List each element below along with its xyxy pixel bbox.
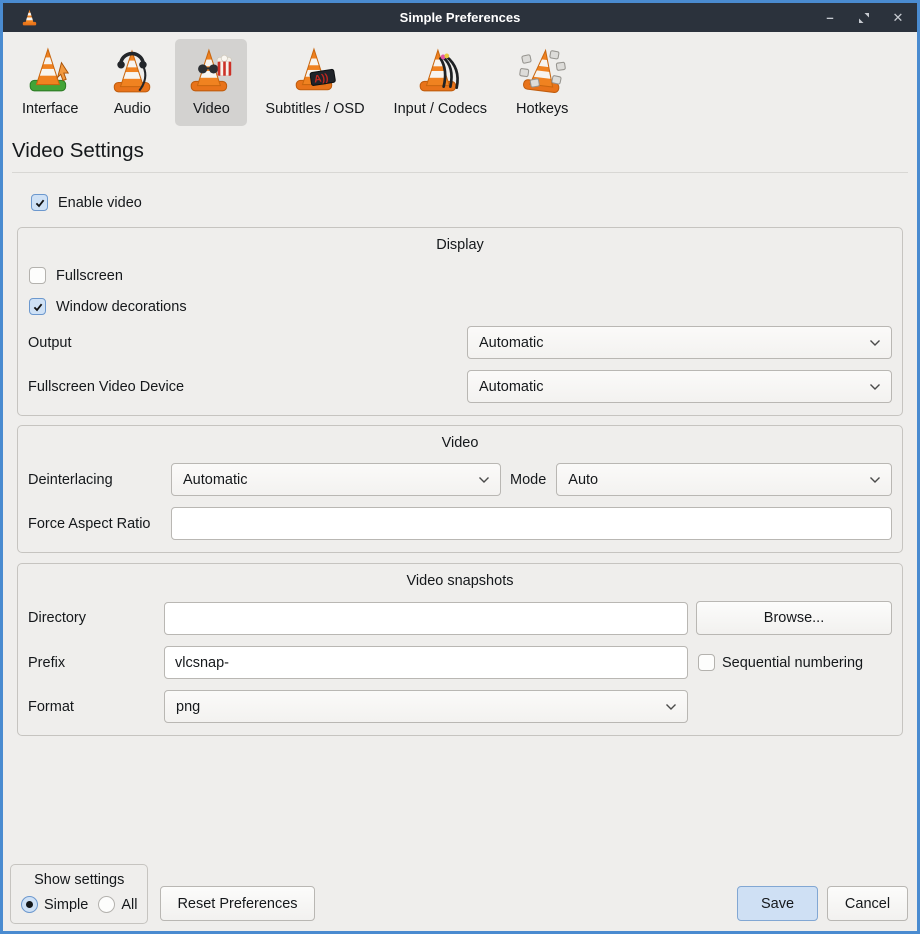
browse-button[interactable]: Browse... — [696, 601, 892, 635]
minimize-button[interactable]: – — [823, 11, 837, 25]
footer-bar: Show settings Simple All Reset Preferenc… — [10, 864, 908, 924]
show-settings-group: Show settings Simple All — [10, 864, 148, 924]
tab-interface[interactable]: Interface — [11, 39, 89, 126]
deinterlacing-row: Deinterlacing Automatic Mode Auto — [28, 463, 892, 496]
sequential-numbering-checkbox[interactable] — [698, 654, 715, 671]
fullscreen-video-device-row: Fullscreen Video Device Automatic — [28, 370, 892, 403]
chevron-down-icon — [869, 476, 881, 484]
chevron-down-icon — [869, 383, 881, 391]
force-aspect-ratio-input[interactable] — [171, 507, 892, 540]
mode-select[interactable]: Auto — [556, 463, 892, 496]
page-title: Video Settings — [12, 139, 917, 163]
tab-label: Subtitles / OSD — [265, 101, 364, 117]
vlc-cone-icon — [20, 6, 39, 29]
tab-label: Audio — [114, 101, 151, 117]
check-icon — [34, 197, 46, 209]
deinterlacing-select[interactable]: Automatic — [171, 463, 501, 496]
enable-video-label: Enable video — [58, 195, 142, 211]
restore-icon — [858, 12, 870, 24]
enable-video-row: Enable video — [31, 194, 917, 211]
vlc-cone-interface-icon — [25, 46, 75, 96]
tab-hotkeys[interactable]: Hotkeys — [505, 39, 579, 126]
radio-option-simple[interactable]: Simple — [21, 896, 88, 913]
chevron-down-icon — [478, 476, 490, 484]
prefix-input[interactable] — [164, 646, 688, 679]
all-radio[interactable] — [98, 896, 115, 913]
tab-label: Hotkeys — [516, 101, 568, 117]
output-label: Output — [28, 335, 72, 351]
video-group-title: Video — [28, 431, 892, 459]
directory-input[interactable] — [164, 602, 688, 635]
video-snapshots-group: Video snapshots Directory Browse... Pref… — [17, 563, 903, 736]
vlc-cone-hotkeys-icon — [517, 46, 567, 96]
chevron-down-icon — [869, 339, 881, 347]
mode-label: Mode — [510, 472, 546, 488]
reset-preferences-button[interactable]: Reset Preferences — [160, 886, 314, 921]
video-group: Video Deinterlacing Automatic Mode Auto … — [17, 425, 903, 553]
fullscreen-label: Fullscreen — [56, 268, 123, 284]
format-row: Format png — [28, 690, 892, 723]
format-label: Format — [28, 699, 164, 715]
close-button[interactable]: ✕ — [891, 11, 905, 25]
tab-input-codecs[interactable]: Input / Codecs — [383, 39, 499, 126]
display-group: Display Fullscreen Window decorations Ou… — [17, 227, 903, 416]
output-select[interactable]: Automatic — [467, 326, 892, 359]
window-controls: – ✕ — [823, 11, 905, 25]
deinterlacing-label: Deinterlacing — [28, 472, 171, 488]
window-title: Simple Preferences — [3, 10, 917, 25]
fullscreen-video-device-label: Fullscreen Video Device — [28, 379, 184, 395]
radio-option-all[interactable]: All — [98, 896, 137, 913]
tab-label: Interface — [22, 101, 78, 117]
simple-radio[interactable] — [21, 896, 38, 913]
output-row: Output Automatic — [28, 326, 892, 359]
preferences-toolbar: Interface Audio — [3, 32, 917, 126]
format-select[interactable]: png — [164, 690, 688, 723]
force-aspect-ratio-label: Force Aspect Ratio — [28, 516, 171, 532]
snapshots-group-title: Video snapshots — [28, 569, 892, 597]
display-group-title: Display — [28, 233, 892, 261]
save-button[interactable]: Save — [737, 886, 818, 921]
simple-radio-label: Simple — [44, 897, 88, 913]
force-aspect-ratio-row: Force Aspect Ratio — [28, 507, 892, 540]
vlc-cone-audio-icon — [107, 46, 157, 96]
all-radio-label: All — [121, 897, 137, 913]
check-icon — [32, 301, 44, 313]
subtitles-glyph: A)) — [313, 73, 329, 86]
tab-label: Input / Codecs — [394, 101, 488, 117]
titlebar[interactable]: Simple Preferences – ✕ — [3, 3, 917, 32]
directory-row: Directory Browse... — [28, 601, 892, 635]
heading-divider — [12, 172, 908, 173]
show-settings-title: Show settings — [21, 872, 137, 896]
directory-label: Directory — [28, 610, 164, 626]
sequential-numbering-label: Sequential numbering — [722, 655, 863, 671]
fullscreen-row: Fullscreen — [29, 267, 892, 284]
vlc-cone-codecs-icon — [415, 46, 465, 96]
fullscreen-video-device-select[interactable]: Automatic — [467, 370, 892, 403]
tab-audio[interactable]: Audio — [96, 39, 168, 126]
show-settings-options: Simple All — [21, 896, 137, 913]
prefix-label: Prefix — [28, 655, 164, 671]
window-decorations-checkbox[interactable] — [29, 298, 46, 315]
vlc-cone-video-icon — [186, 46, 236, 96]
window-decorations-row: Window decorations — [29, 298, 892, 315]
cancel-button[interactable]: Cancel — [827, 886, 908, 921]
enable-video-checkbox[interactable] — [31, 194, 48, 211]
simple-preferences-window: Simple Preferences – ✕ — [0, 0, 920, 934]
sequential-numbering-row: Sequential numbering — [698, 654, 863, 671]
prefix-row: Prefix Sequential numbering — [28, 646, 892, 679]
restore-button[interactable] — [857, 11, 871, 25]
tab-subtitles-osd[interactable]: A)) Subtitles / OSD — [254, 39, 375, 126]
tab-label: Video — [193, 101, 230, 117]
window-decorations-label: Window decorations — [56, 299, 187, 315]
chevron-down-icon — [665, 703, 677, 711]
tab-video[interactable]: Video — [175, 39, 247, 126]
fullscreen-checkbox[interactable] — [29, 267, 46, 284]
vlc-cone-subtitles-icon: A)) — [290, 46, 340, 96]
